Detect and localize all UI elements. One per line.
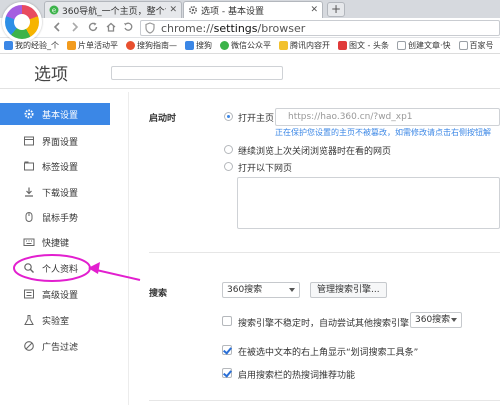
hot-words-checkbox[interactable] (222, 368, 232, 378)
bookmark-icon (67, 41, 76, 50)
bookmark-icon (458, 41, 468, 50)
sidebar-item-lab[interactable]: 实验室 (0, 309, 110, 331)
settings-search-input[interactable] (111, 66, 283, 80)
bookmark-item[interactable]: 创建文章·快 (393, 40, 455, 51)
chevron-down-icon (451, 318, 457, 322)
address-path: /browser (257, 21, 306, 35)
shield-icon (145, 22, 155, 34)
search-label: 搜索 (149, 289, 168, 299)
open-pages-list[interactable] (237, 177, 500, 229)
undo-close-icon[interactable] (121, 21, 135, 35)
sidebar-item-basic[interactable]: 基本设置 (0, 103, 110, 125)
home-icon[interactable] (104, 21, 118, 35)
bookmark-item[interactable]: 片单活动平 (63, 40, 122, 51)
bookmark-item[interactable]: 腾讯内容开 (275, 40, 334, 51)
chevron-down-icon (289, 288, 295, 292)
svg-text:e: e (52, 7, 56, 15)
magnifier-icon (23, 262, 35, 274)
sidebar-item-tabs[interactable]: 标签设置 (0, 155, 110, 177)
bookmark-item[interactable]: 微信公众平 (216, 40, 275, 51)
home-url-input[interactable]: https://hao.360.cn/?wd_xp1 (275, 108, 500, 126)
fallback-engine-checkbox[interactable] (222, 316, 232, 326)
browser-logo-icon[interactable] (2, 2, 42, 42)
bookmark-icon (338, 41, 347, 50)
sidebar-divider (128, 92, 129, 405)
header-divider (0, 88, 500, 89)
bookmark-icon (4, 41, 13, 50)
lab-icon (23, 314, 35, 326)
sliders-icon (23, 288, 35, 300)
close-icon[interactable]: ✕ (169, 5, 177, 15)
bookmark-item[interactable]: 搜狗指南— (122, 40, 181, 51)
gear-icon (23, 108, 35, 120)
bookmark-item[interactable]: 我的经验_个 (0, 40, 63, 51)
page-title: 选项 (34, 65, 68, 85)
fallback-engine-label: 搜索引擎不稳定时，自动尝试其他搜索引擎： (238, 319, 419, 329)
manage-search-engines-button[interactable]: 管理搜索引擎... (310, 282, 387, 298)
forward-icon[interactable] (68, 21, 82, 35)
fallback-engine-select[interactable]: 360搜索 (410, 312, 462, 328)
bookmark-item[interactable]: 搜狗 (181, 40, 216, 51)
tab-label: 选项 - 基本设置 (201, 6, 264, 17)
bookmark-icon (279, 41, 288, 50)
bookmark-item[interactable]: 百家号 (455, 40, 498, 51)
address-host: settings (213, 21, 258, 35)
search-engine-select[interactable]: 360搜索 (222, 282, 300, 298)
home-protect-hint[interactable]: 正在保护您设置的主页不被篡改，如需修改请点击右侧按钮解 (275, 127, 491, 138)
bookmark-item[interactable]: 图文 - 头条 (334, 40, 393, 51)
bookmark-icon (126, 41, 135, 50)
open-pages-label: 打开以下网页 (238, 164, 293, 174)
sidebar-item-interface[interactable]: 界面设置 (0, 130, 110, 152)
download-icon (23, 186, 35, 198)
bookmark-icon (396, 41, 406, 50)
section-divider (149, 252, 500, 253)
gear-icon (188, 5, 198, 15)
sidebar-item-mouse-gestures[interactable]: 鼠标手势 (0, 206, 110, 228)
address-bar[interactable]: chrome://settings/browser (140, 20, 500, 36)
tab-options-basic[interactable]: 选项 - 基本设置 ✕ (183, 1, 323, 18)
close-icon[interactable]: ✕ (310, 5, 318, 15)
mouse-icon (23, 211, 35, 223)
tabs-icon (23, 160, 35, 172)
sidebar-item-profile[interactable]: 个人资料 (0, 257, 110, 279)
sidebar-item-advanced[interactable]: 高级设置 (0, 283, 110, 305)
new-tab-button[interactable]: + (327, 2, 345, 17)
show-search-toolbar-label: 在被选中文本的右上角显示“划词搜索工具条” (238, 348, 419, 358)
open-pages-radio[interactable] (224, 162, 233, 171)
navigation-bar: chrome://settings/browser (0, 18, 500, 38)
open-home-label: 打开主页 (238, 114, 275, 124)
hot-words-label: 启用搜索栏的热搜词推荐功能 (238, 371, 356, 381)
sidebar-item-ad-filter[interactable]: 广告过滤 (0, 335, 110, 357)
reload-icon[interactable] (86, 21, 100, 35)
show-search-toolbar-checkbox[interactable] (222, 345, 232, 355)
startup-label: 启动时 (149, 114, 177, 124)
tab-label: 360导航_一个主页，整个世界 (62, 6, 166, 17)
back-icon[interactable] (50, 21, 64, 35)
bookmark-icon (185, 41, 194, 50)
window-icon (23, 135, 35, 147)
green-e-icon: e (49, 5, 59, 15)
address-prefix: chrome:// (161, 21, 214, 35)
sidebar-item-download[interactable]: 下载设置 (0, 181, 110, 203)
keyboard-icon (23, 236, 35, 248)
continue-last-radio[interactable] (224, 145, 233, 154)
block-icon (23, 340, 35, 352)
open-home-radio[interactable] (224, 112, 233, 121)
wechat-icon (220, 41, 229, 50)
bookmarks-bar: 我的经验_个 片单活动平 搜狗指南— 搜狗 微信公众平 腾讯内容开 图文 - 头… (0, 38, 500, 54)
sidebar-item-shortcuts[interactable]: 快捷键 (0, 231, 110, 253)
continue-last-label: 继续浏览上次关闭浏览器时在看的网页 (238, 147, 392, 157)
section-divider (149, 400, 500, 401)
tab-360-navigation[interactable]: e 360导航_一个主页，整个世界 ✕ (44, 1, 182, 18)
